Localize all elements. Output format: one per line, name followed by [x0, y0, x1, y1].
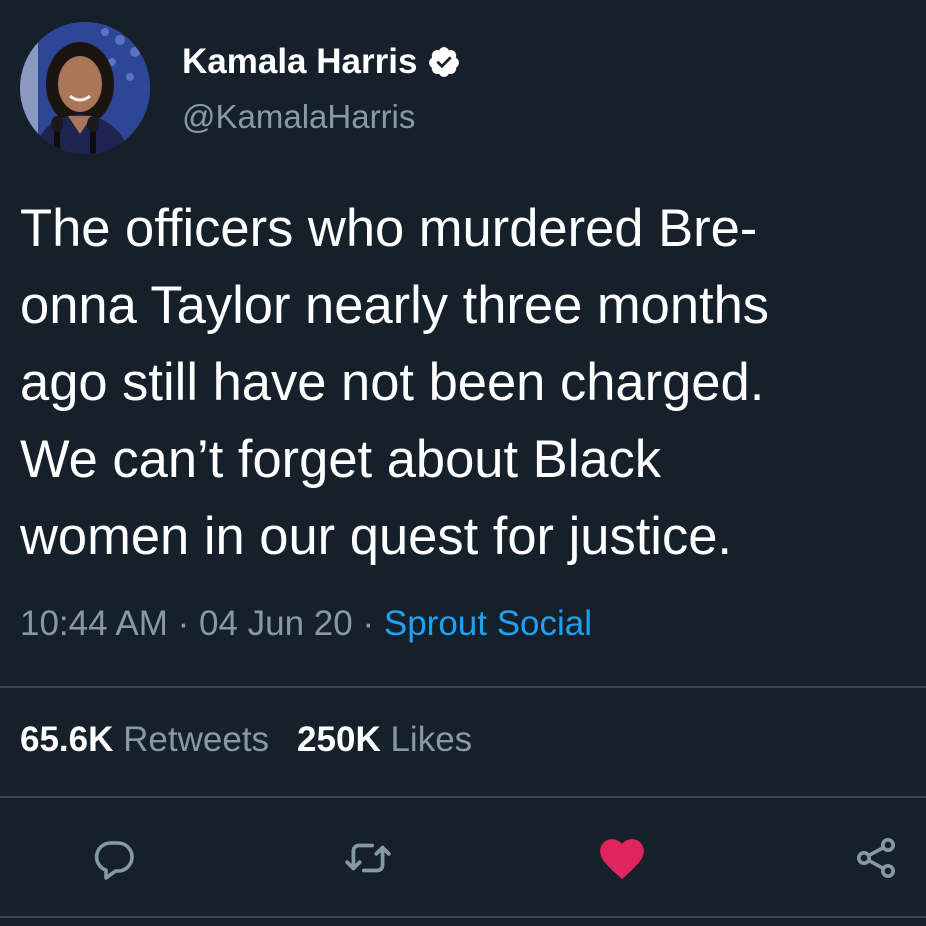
- tweet-text-line: women in our quest for justice.: [20, 507, 733, 566]
- tweet-date: 04 Jun 20: [199, 604, 353, 643]
- tweet-stats: 65.6K Retweets 250K Likes: [20, 720, 472, 760]
- tweet-meta: 10:44 AM · 04 Jun 20 · Sprout Social: [20, 604, 592, 644]
- tweet-source-link[interactable]: Sprout Social: [384, 604, 592, 643]
- meta-separator: ·: [167, 604, 199, 643]
- share-button[interactable]: [848, 830, 904, 886]
- verified-badge-icon: [427, 45, 461, 79]
- tweet-header: Kamala Harris @KamalaHarris: [20, 22, 900, 158]
- tweet-text-line: onna Taylor nearly three months: [20, 276, 770, 335]
- likes-label: Likes: [390, 720, 473, 759]
- retweets-label: Retweets: [123, 720, 270, 759]
- reply-button[interactable]: [86, 830, 142, 886]
- tweet-time: 10:44 AM: [20, 604, 168, 643]
- heart-icon: [600, 839, 644, 880]
- tweet-text: The officers who murdered Bre- onna Tayl…: [20, 190, 910, 575]
- retweets-stat[interactable]: 65.6K Retweets: [20, 720, 269, 759]
- avatar[interactable]: [20, 22, 150, 154]
- retweet-icon: [345, 843, 391, 873]
- share-icon: [857, 838, 895, 878]
- meta-separator: ·: [352, 604, 384, 643]
- user-handle[interactable]: @KamalaHarris: [182, 98, 461, 136]
- tweet-text-line: ago still have not been charged.: [20, 353, 765, 412]
- divider: [0, 686, 926, 688]
- display-name-row: Kamala Harris: [182, 40, 461, 84]
- likes-stat[interactable]: 250K Likes: [297, 720, 472, 759]
- likes-count: 250K: [297, 720, 381, 759]
- tweet-text-line: We can’t forget about Black: [20, 430, 662, 489]
- reply-icon: [94, 841, 134, 880]
- display-name[interactable]: Kamala Harris: [182, 42, 417, 82]
- divider: [0, 916, 926, 918]
- retweet-button[interactable]: [340, 830, 396, 886]
- divider: [0, 796, 926, 798]
- author-info: Kamala Harris @KamalaHarris: [182, 40, 461, 136]
- like-button[interactable]: [594, 830, 650, 886]
- profile-photo: [20, 22, 150, 154]
- retweets-count: 65.6K: [20, 720, 114, 759]
- tweet-actions: [0, 830, 926, 886]
- tweet-text-line: The officers who murdered Bre-: [20, 199, 758, 258]
